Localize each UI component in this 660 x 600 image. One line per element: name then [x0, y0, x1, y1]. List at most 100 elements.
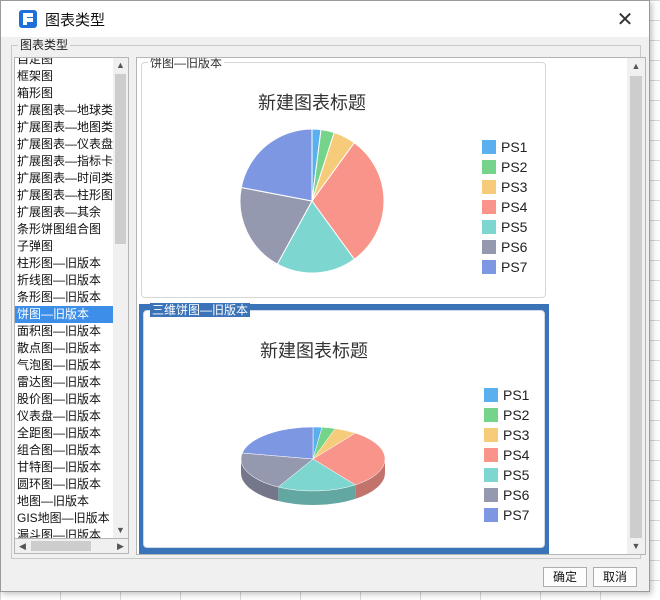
close-icon[interactable]: ✕	[613, 7, 637, 31]
list-item[interactable]: 雷达图—旧版本	[15, 374, 114, 391]
pie-chart	[239, 128, 385, 274]
list-item[interactable]: 地图—旧版本	[15, 493, 114, 510]
list-item[interactable]: 自定图	[15, 58, 114, 68]
legend-label: PS5	[501, 219, 528, 235]
legend-entry: PS6	[484, 485, 529, 505]
3d-pie-chart	[240, 426, 386, 505]
list-item[interactable]: 扩展图表—地球类	[15, 102, 114, 119]
legend-label: PS2	[503, 407, 530, 423]
legend-label: PS3	[501, 179, 528, 195]
list-item[interactable]: GIS地图—旧版本	[15, 510, 114, 527]
legend-swatch	[482, 260, 496, 274]
list-hscroll-thumb[interactable]	[31, 541, 91, 551]
list-scroll-thumb[interactable]	[115, 74, 126, 244]
list-item[interactable]: 条形饼图组合图	[15, 221, 114, 238]
legend-label: PS1	[501, 139, 528, 155]
legend-label: PS7	[501, 259, 528, 275]
scroll-down-icon[interactable]: ▼	[113, 523, 128, 538]
list-item[interactable]: 扩展图表—地图类	[15, 119, 114, 136]
legend-swatch	[482, 140, 496, 154]
chart-title: 新建图表标题	[260, 341, 368, 361]
legend-entry: PS6	[482, 237, 527, 257]
pie-chart-preview-card[interactable]: 饼图—旧版本 新建图表标题 PS1 PS2 PS3 PS4 PS5 PS6 PS7	[141, 58, 546, 298]
legend-entry: PS1	[482, 137, 527, 157]
list-item[interactable]: 扩展图表—其余	[15, 204, 114, 221]
chart-type-list-items: 自定图 框架图 箱形图 扩展图表—地球类 扩展图表—地图类 扩展图表—仪表盘 扩展图表—指标…	[15, 58, 114, 538]
list-item[interactable]: 组合图—旧版本	[15, 442, 114, 459]
legend-entry: PS7	[484, 505, 529, 525]
list-item[interactable]: 子弹图	[15, 238, 114, 255]
legend-label: PS3	[503, 427, 530, 443]
preview-vertical-scrollbar[interactable]: ▲ ▼	[627, 58, 645, 554]
list-item[interactable]: 扩展图表—仪表盘	[15, 136, 114, 153]
legend-swatch	[482, 180, 496, 194]
list-item[interactable]: 柱形图—旧版本	[15, 255, 114, 272]
legend-label: PS2	[501, 159, 528, 175]
list-item[interactable]: 扩展图表—时间类	[15, 170, 114, 187]
legend-swatch	[484, 488, 498, 502]
legend-entry: PS3	[484, 425, 529, 445]
list-item[interactable]: 仪表盘—旧版本	[15, 408, 114, 425]
app-logo-icon	[19, 10, 37, 28]
list-item[interactable]: 箱形图	[15, 85, 114, 102]
legend-swatch	[484, 508, 498, 522]
legend-swatch	[484, 428, 498, 442]
legend-entry: PS2	[482, 157, 527, 177]
list-item[interactable]: 全距图—旧版本	[15, 425, 114, 442]
chart-preview-panel: 饼图—旧版本 新建图表标题 PS1 PS2 PS3 PS4 PS5 PS6 PS7 三维饼图…	[136, 57, 646, 555]
legend-swatch	[482, 160, 496, 174]
legend-label: PS7	[503, 507, 530, 523]
legend-label: PS4	[501, 199, 528, 215]
list-horizontal-scrollbar[interactable]: ◀ ▶	[14, 539, 129, 554]
preview-scroll-thumb[interactable]	[630, 76, 642, 538]
legend-entry: PS4	[482, 197, 527, 217]
scroll-up-icon[interactable]: ▲	[627, 58, 645, 74]
legend-swatch	[484, 388, 498, 402]
legend-swatch	[484, 468, 498, 482]
chart-type-dialog: 图表类型 ✕ 图表类型 自定图 框架图 箱形图 扩展图表—地球类 扩展图表—地图类 扩展图…	[0, 0, 650, 592]
scroll-right-icon[interactable]: ▶	[113, 539, 128, 553]
legend-swatch	[482, 200, 496, 214]
legend-label: PS1	[503, 387, 530, 403]
legend-swatch	[482, 240, 496, 254]
legend-label: PS6	[503, 487, 530, 503]
legend-entry: PS1	[484, 385, 529, 405]
list-item[interactable]: 圆环图—旧版本	[15, 476, 114, 493]
list-item[interactable]: 甘特图—旧版本	[15, 459, 114, 476]
ok-button[interactable]: 确定	[543, 567, 587, 587]
legend-swatch	[482, 220, 496, 234]
legend-label: PS4	[503, 447, 530, 463]
list-item[interactable]: 漏斗图—旧版本	[15, 527, 114, 538]
legend-entry: PS5	[484, 465, 529, 485]
list-vertical-scrollbar[interactable]: ▲ ▼	[113, 58, 128, 538]
legend-swatch	[484, 408, 498, 422]
list-item[interactable]: 条形图—旧版本	[15, 289, 114, 306]
list-item[interactable]: 散点图—旧版本	[15, 340, 114, 357]
legend-label: PS5	[503, 467, 530, 483]
scroll-up-icon[interactable]: ▲	[113, 58, 128, 73]
group-label: 图表类型	[18, 38, 71, 52]
cancel-button[interactable]: 取消	[593, 567, 637, 587]
pie-preview-label: 饼图—旧版本	[148, 57, 225, 70]
legend-entry: PS7	[482, 257, 527, 277]
scroll-down-icon[interactable]: ▼	[627, 538, 645, 554]
legend-label: PS6	[501, 239, 528, 255]
list-item[interactable]: 面积图—旧版本	[15, 323, 114, 340]
list-item[interactable]: 扩展图表—柱形图	[15, 187, 114, 204]
dialog-title: 图表类型	[45, 11, 106, 29]
chart-type-list[interactable]: 自定图 框架图 箱形图 扩展图表—地球类 扩展图表—地图类 扩展图表—仪表盘 扩展图表—指标…	[14, 57, 129, 539]
scroll-left-icon[interactable]: ◀	[15, 539, 30, 553]
legend-entry: PS3	[482, 177, 527, 197]
chart-legend: PS1 PS2 PS3 PS4 PS5 PS6 PS7	[482, 137, 527, 277]
selected-card-highlight: 三维饼图—旧版本 新建图表标题 PS1 PS2 PS3 PS4 PS5 PS6 PS7	[139, 303, 549, 554]
list-item[interactable]: 股价图—旧版本	[15, 391, 114, 408]
list-item[interactable]: 饼图—旧版本	[15, 306, 114, 323]
dialog-buttons: 确定 取消	[543, 567, 637, 587]
list-item[interactable]: 框架图	[15, 68, 114, 85]
3d-pie-chart-preview-card[interactable]: 三维饼图—旧版本 新建图表标题 PS1 PS2 PS3 PS4 PS5 PS6 PS7	[143, 303, 545, 548]
list-item[interactable]: 气泡图—旧版本	[15, 357, 114, 374]
list-item[interactable]: 折线图—旧版本	[15, 272, 114, 289]
list-item[interactable]: 扩展图表—指标卡	[15, 153, 114, 170]
chart-legend: PS1 PS2 PS3 PS4 PS5 PS6 PS7	[484, 385, 529, 525]
dialog-titlebar: 图表类型 ✕	[1, 1, 649, 37]
